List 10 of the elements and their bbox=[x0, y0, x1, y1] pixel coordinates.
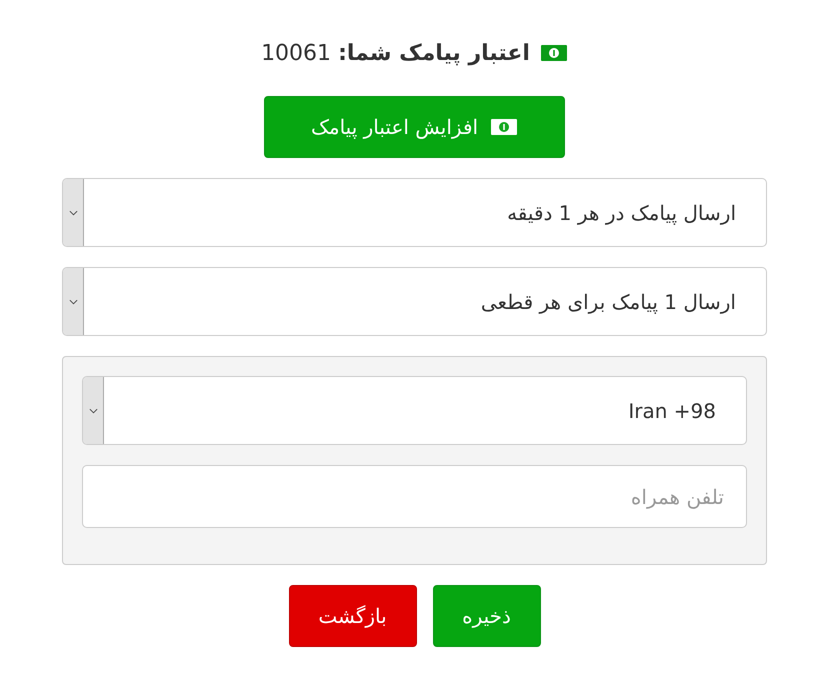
phone-field[interactable]: تلفن همراه bbox=[82, 465, 747, 528]
dropdown[interactable]: Iran +98 bbox=[82, 376, 747, 445]
dropdown[interactable]: ارسال پیامک در هر 1 دقیقه bbox=[62, 178, 767, 247]
caret-icon bbox=[68, 298, 78, 304]
caret-icon bbox=[88, 408, 98, 414]
caret-icon bbox=[68, 210, 78, 216]
banknote-icon bbox=[540, 44, 568, 62]
back-button[interactable]: بازگشت bbox=[288, 585, 416, 647]
dropdown[interactable]: ارسال 1 پیامک برای هر قطعی bbox=[62, 267, 767, 336]
banknote-icon bbox=[490, 118, 518, 136]
